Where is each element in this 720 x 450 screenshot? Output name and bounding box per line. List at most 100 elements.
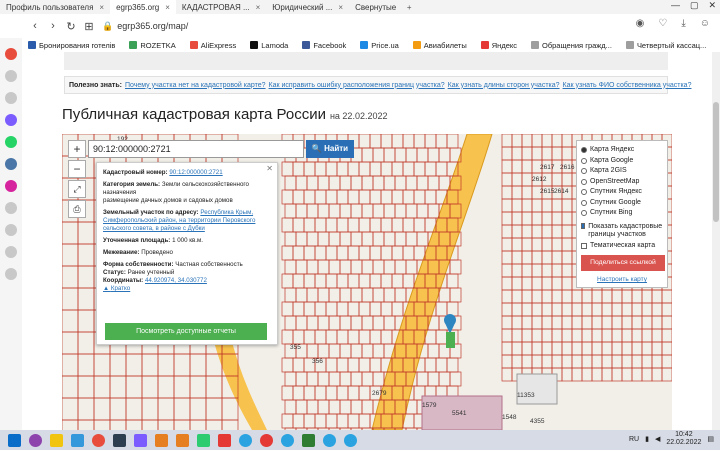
- yandex-browser-icon[interactable]: [260, 433, 273, 447]
- telegram-icon[interactable]: [239, 433, 252, 447]
- clock[interactable]: 10:42 22.02.2022: [666, 431, 701, 447]
- tip-link[interactable]: Почему участка нет на кадастровой карте?: [125, 82, 266, 89]
- folder-icon[interactable]: [155, 433, 168, 447]
- cadastral-map[interactable]: 192 2617 2612 2615 2616 2614 355 356 267…: [62, 134, 672, 430]
- windows-start-icon[interactable]: [8, 433, 21, 447]
- alice-icon[interactable]: [29, 433, 42, 447]
- notification-icon[interactable]: ▤: [707, 435, 714, 443]
- layer-option[interactable]: Карта Google: [581, 156, 663, 167]
- whatsapp-icon[interactable]: [5, 136, 17, 148]
- layer-option[interactable]: Карта 2GIS: [581, 166, 663, 177]
- layer-option[interactable]: Спутник Bing: [581, 208, 663, 219]
- maximize-icon[interactable]: ▢: [690, 0, 699, 11]
- app-icon[interactable]: [113, 433, 126, 447]
- radio-icon[interactable]: [581, 147, 587, 154]
- scrollbar-thumb[interactable]: [713, 102, 719, 222]
- bookmark-avia[interactable]: Авиабилеты: [412, 41, 467, 50]
- bookmark-appeals[interactable]: Обращения гражд...: [531, 41, 612, 50]
- profile-icon[interactable]: ☺: [700, 18, 710, 29]
- ruler-icon[interactable]: ⤢: [68, 180, 86, 198]
- explorer-icon[interactable]: [71, 433, 84, 447]
- close-window-icon[interactable]: ✕: [708, 0, 716, 11]
- radio-icon[interactable]: [581, 178, 587, 185]
- instagram-icon[interactable]: [5, 180, 17, 192]
- radio-icon[interactable]: [581, 199, 587, 206]
- lock-icon[interactable]: 🔒: [102, 21, 113, 32]
- new-tab-button[interactable]: +: [402, 3, 416, 12]
- home-icon[interactable]: [5, 70, 17, 82]
- minimize-icon[interactable]: —: [671, 0, 680, 11]
- radio-icon[interactable]: [581, 168, 587, 175]
- coordinates-link[interactable]: 44.920974, 34.030772: [145, 277, 207, 284]
- share-link-button[interactable]: Поделиться ссылкой: [581, 255, 665, 271]
- bookmark-rozetka[interactable]: ROZETKA: [129, 41, 176, 50]
- telegram-icon[interactable]: [323, 433, 336, 447]
- cadastral-borders-option[interactable]: Показать кадастровые границы участков: [581, 222, 663, 239]
- send-icon[interactable]: [5, 224, 17, 236]
- volume-icon[interactable]: ◀: [655, 435, 660, 443]
- radio-icon[interactable]: [581, 210, 587, 217]
- radio-icon[interactable]: [581, 189, 587, 196]
- close-icon[interactable]: ×: [256, 3, 261, 12]
- bookmark-yandex[interactable]: Яндекс: [480, 41, 517, 50]
- settings-icon[interactable]: [5, 246, 17, 258]
- tip-link[interactable]: Как узнать ФИО собственника участка?: [563, 82, 692, 89]
- language-indicator[interactable]: RU: [629, 436, 639, 443]
- find-button[interactable]: 🔍 Найти: [306, 140, 354, 158]
- vk-icon[interactable]: [5, 158, 17, 170]
- layer-option[interactable]: Карта Яндекс: [581, 145, 663, 156]
- print-icon[interactable]: ⎙: [68, 200, 86, 218]
- history-icon[interactable]: [5, 202, 17, 214]
- more-icon[interactable]: [5, 268, 17, 280]
- brief-link[interactable]: ▲ Кратко: [103, 285, 130, 292]
- layer-option[interactable]: Спутник Яндекс: [581, 187, 663, 198]
- folder-icon[interactable]: [176, 433, 189, 447]
- telegram-icon[interactable]: [281, 433, 294, 447]
- tab-cadastral[interactable]: КАДАСТРОВАЯ ... ×: [176, 0, 266, 14]
- media-player-icon[interactable]: [50, 433, 63, 447]
- location-marker-icon[interactable]: [444, 314, 456, 348]
- tab-collapsed[interactable]: Свернутые: [349, 0, 402, 14]
- tab-legal[interactable]: Юридический ... ×: [266, 0, 349, 14]
- bookmark-court[interactable]: Четвертый кассац...: [625, 41, 706, 50]
- layer-option[interactable]: Спутник Google: [581, 198, 663, 209]
- bookmark-lamoda[interactable]: Lamoda: [250, 41, 288, 50]
- reload-icon[interactable]: ↻: [62, 20, 80, 33]
- page-scrollbar[interactable]: [712, 52, 720, 430]
- thematic-map-option[interactable]: Тематическая карта: [581, 241, 663, 252]
- zoom-out-button[interactable]: −: [68, 160, 86, 178]
- home-icon[interactable]: ⊞: [80, 20, 98, 33]
- bookmark-booking[interactable]: Бронирования готелів: [28, 41, 115, 50]
- zoom-in-button[interactable]: +: [68, 140, 86, 158]
- yandex-icon[interactable]: [218, 433, 231, 447]
- close-icon[interactable]: ×: [338, 3, 343, 12]
- layer-option[interactable]: OpenStreetMap: [581, 177, 663, 188]
- checkbox-icon[interactable]: [581, 242, 587, 249]
- viber-icon[interactable]: [134, 433, 147, 447]
- network-icon[interactable]: ▮: [645, 435, 649, 443]
- cadastral-number-link[interactable]: 90:12:000000:2721: [169, 169, 222, 176]
- camera-icon[interactable]: ◉: [636, 18, 645, 29]
- download-icon[interactable]: ⤓: [681, 18, 685, 29]
- close-icon[interactable]: ×: [99, 3, 104, 12]
- tip-link[interactable]: Как узнать длины сторон участка?: [448, 82, 560, 89]
- heart-icon[interactable]: ♡: [658, 18, 667, 29]
- telegram-icon[interactable]: [344, 433, 357, 447]
- app-icon[interactable]: [197, 433, 210, 447]
- setup-map-link[interactable]: Настроить карту: [581, 275, 663, 286]
- checkbox-icon[interactable]: [581, 222, 586, 229]
- opera-icon[interactable]: [92, 433, 105, 447]
- address-bar[interactable]: 🔒 egrp365.org/map/: [102, 18, 522, 34]
- messenger-icon[interactable]: [5, 114, 17, 126]
- tab-egrp365[interactable]: egrp365.org ×: [110, 0, 176, 14]
- view-reports-button[interactable]: Посмотреть доступные отчеты: [105, 323, 267, 340]
- tip-link[interactable]: Как исправить ошибку расположения границ…: [269, 82, 445, 89]
- opera-icon[interactable]: [5, 48, 17, 60]
- close-icon[interactable]: ✕: [266, 165, 273, 173]
- forward-icon[interactable]: ›: [44, 20, 62, 32]
- close-icon[interactable]: ×: [165, 3, 170, 12]
- bookmark-facebook[interactable]: Facebook: [302, 41, 346, 50]
- excel-icon[interactable]: [302, 433, 315, 447]
- tab-profile[interactable]: Профиль пользователя ×: [0, 0, 110, 14]
- star-icon[interactable]: [5, 92, 17, 104]
